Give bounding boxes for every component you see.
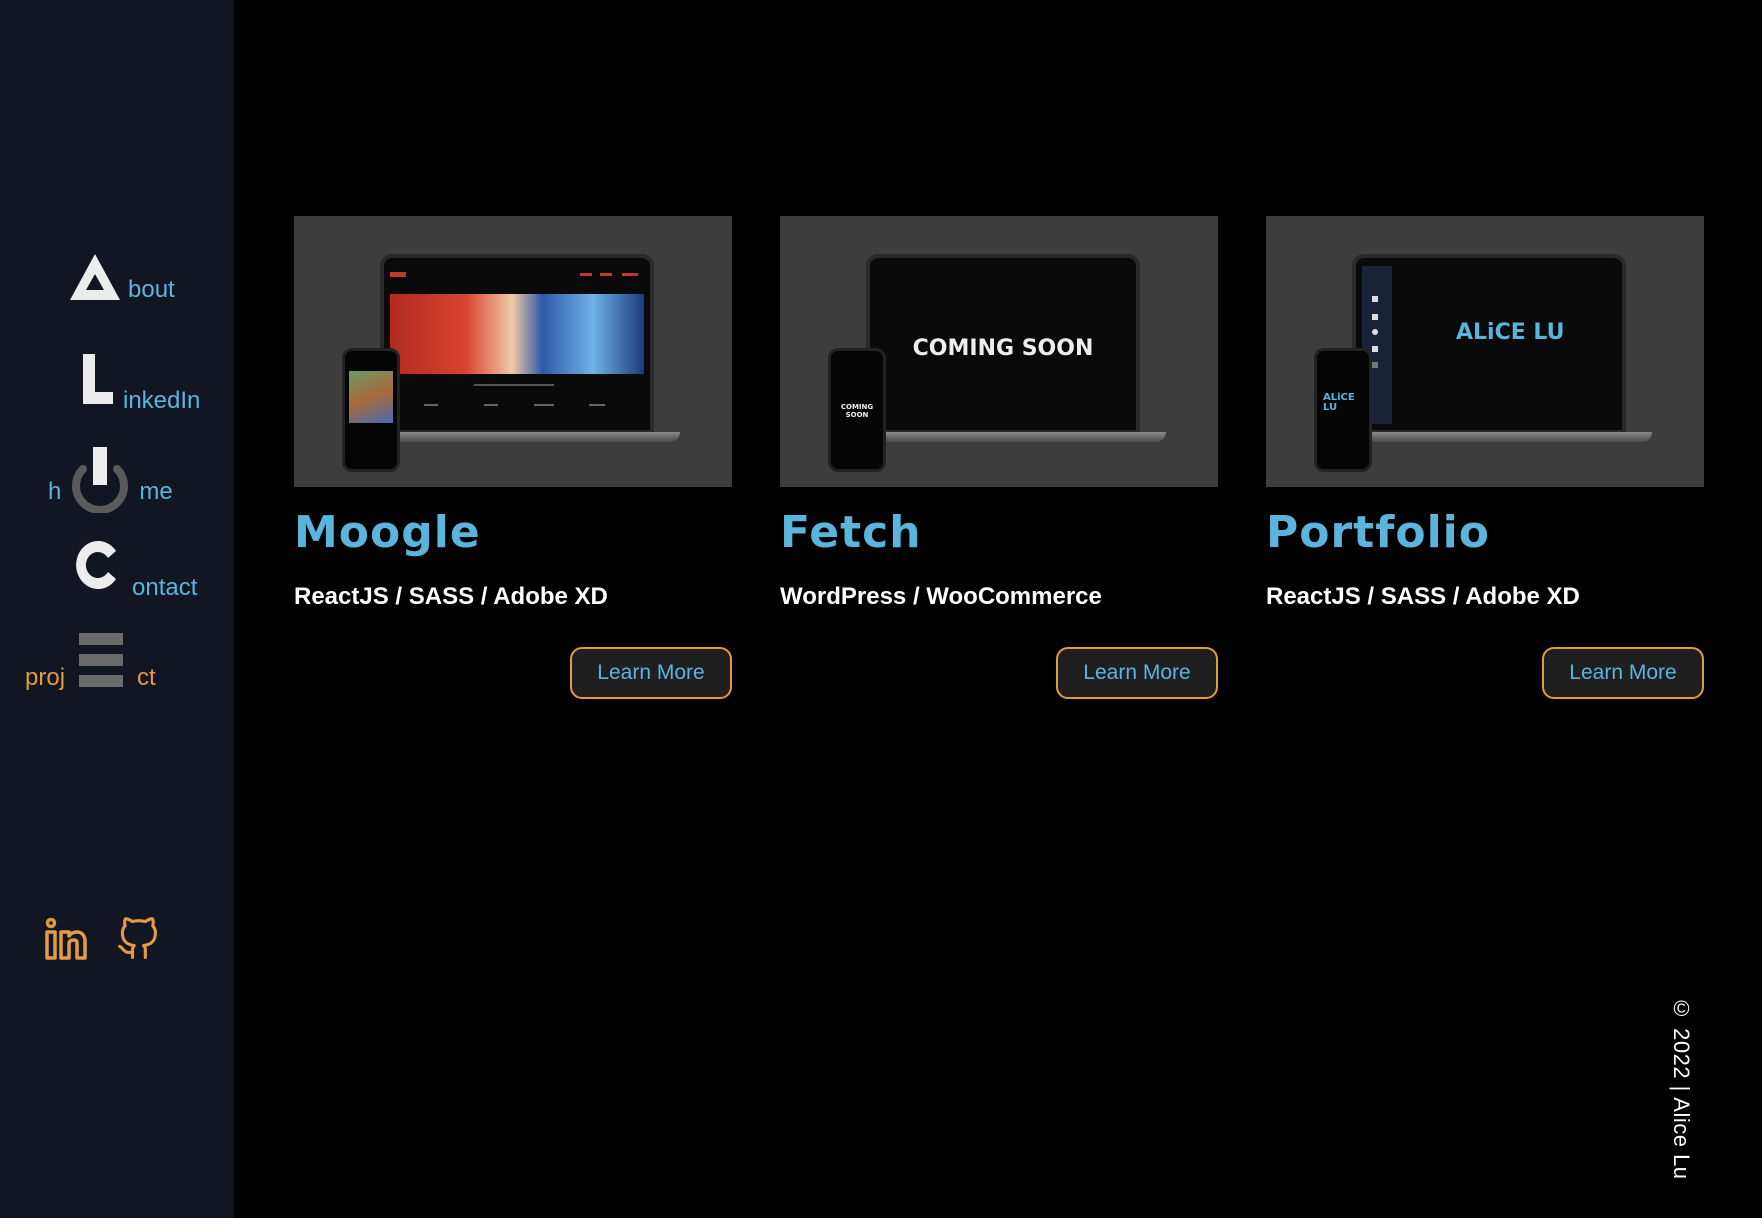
laptop-base — [354, 432, 680, 442]
github-icon — [116, 917, 160, 965]
laptop-mockup — [380, 254, 654, 434]
nav-home-suffix: me — [139, 478, 173, 505]
linkedin-social-link[interactable] — [44, 917, 88, 966]
project-mockup-image: ALiCE LU ALiCE LU — [1266, 216, 1704, 487]
copyright-text: © 2022 | Alice Lu — [1669, 996, 1694, 1180]
learn-more-button[interactable]: Learn More — [1056, 647, 1218, 699]
learn-more-button[interactable]: Learn More — [570, 647, 732, 699]
project-tech-stack: ReactJS / SASS / Adobe XD — [1266, 583, 1580, 611]
nav-contact-link[interactable]: ontact — [76, 539, 197, 600]
e-bars-icon — [79, 633, 124, 692]
project-tech-stack: ReactJS / SASS / Adobe XD — [294, 583, 608, 611]
nav-home-prefix: h — [48, 478, 62, 505]
c-block-icon — [76, 539, 122, 596]
laptop-mockup: COMING SOON — [866, 254, 1140, 434]
a-triangle-icon — [70, 254, 120, 300]
project-mockup-image: COMING SOON COMING SOON — [780, 216, 1218, 487]
phone-screen-image — [349, 371, 393, 423]
laptop-mockup: ALiCE LU — [1352, 254, 1626, 434]
power-icon — [69, 447, 131, 518]
project-tech-stack: WordPress / WooCommerce — [780, 583, 1102, 611]
nav-about-link[interactable]: bout — [70, 254, 175, 303]
social-links — [44, 917, 160, 966]
screen-hero-image — [390, 294, 644, 374]
linkedin-icon — [44, 917, 88, 965]
github-social-link[interactable] — [116, 917, 160, 966]
nav-linkedin-link[interactable]: inkedIn — [83, 354, 200, 413]
project-mockup-image — [294, 216, 732, 487]
project-title: Fetch — [780, 507, 922, 558]
project-title: Moogle — [294, 507, 481, 558]
phone-mockup: ALiCE LU — [1314, 348, 1372, 472]
nav-project-prefix: proj — [25, 664, 66, 691]
phone-mockup — [342, 348, 400, 472]
sidebar-nav: bout inkedIn h me ontact proj ct — [0, 0, 234, 1218]
nav-home-link[interactable]: h me — [48, 447, 173, 518]
project-card: ALiCE LU ALiCE LU Portfolio ReactJS / SA… — [1266, 216, 1704, 699]
project-card: Moogle ReactJS / SASS / Adobe XD Learn M… — [294, 216, 732, 699]
phone-coming-soon-text: COMING SOON — [840, 403, 874, 419]
project-card: COMING SOON COMING SOON Fetch WordPress … — [780, 216, 1218, 699]
learn-more-button[interactable]: Learn More — [1542, 647, 1704, 699]
phone-mockup: COMING SOON — [828, 348, 886, 472]
laptop-base — [840, 432, 1166, 442]
laptop-base — [1326, 432, 1652, 442]
phone-brand-text: ALiCE LU — [1323, 392, 1355, 413]
project-title: Portfolio — [1266, 507, 1490, 558]
nav-project-suffix: ct — [137, 664, 156, 691]
nav-linkedin-label: inkedIn — [123, 387, 201, 414]
l-block-icon — [83, 354, 113, 409]
nav-contact-label: ontact — [132, 574, 198, 601]
screen-menu-bar — [390, 266, 644, 277]
nav-about-label: bout — [128, 276, 175, 303]
nav-project-link[interactable]: proj ct — [25, 633, 156, 692]
coming-soon-text: COMING SOON — [912, 336, 1094, 361]
screen-brand-text: ALiCE LU — [1456, 320, 1565, 345]
